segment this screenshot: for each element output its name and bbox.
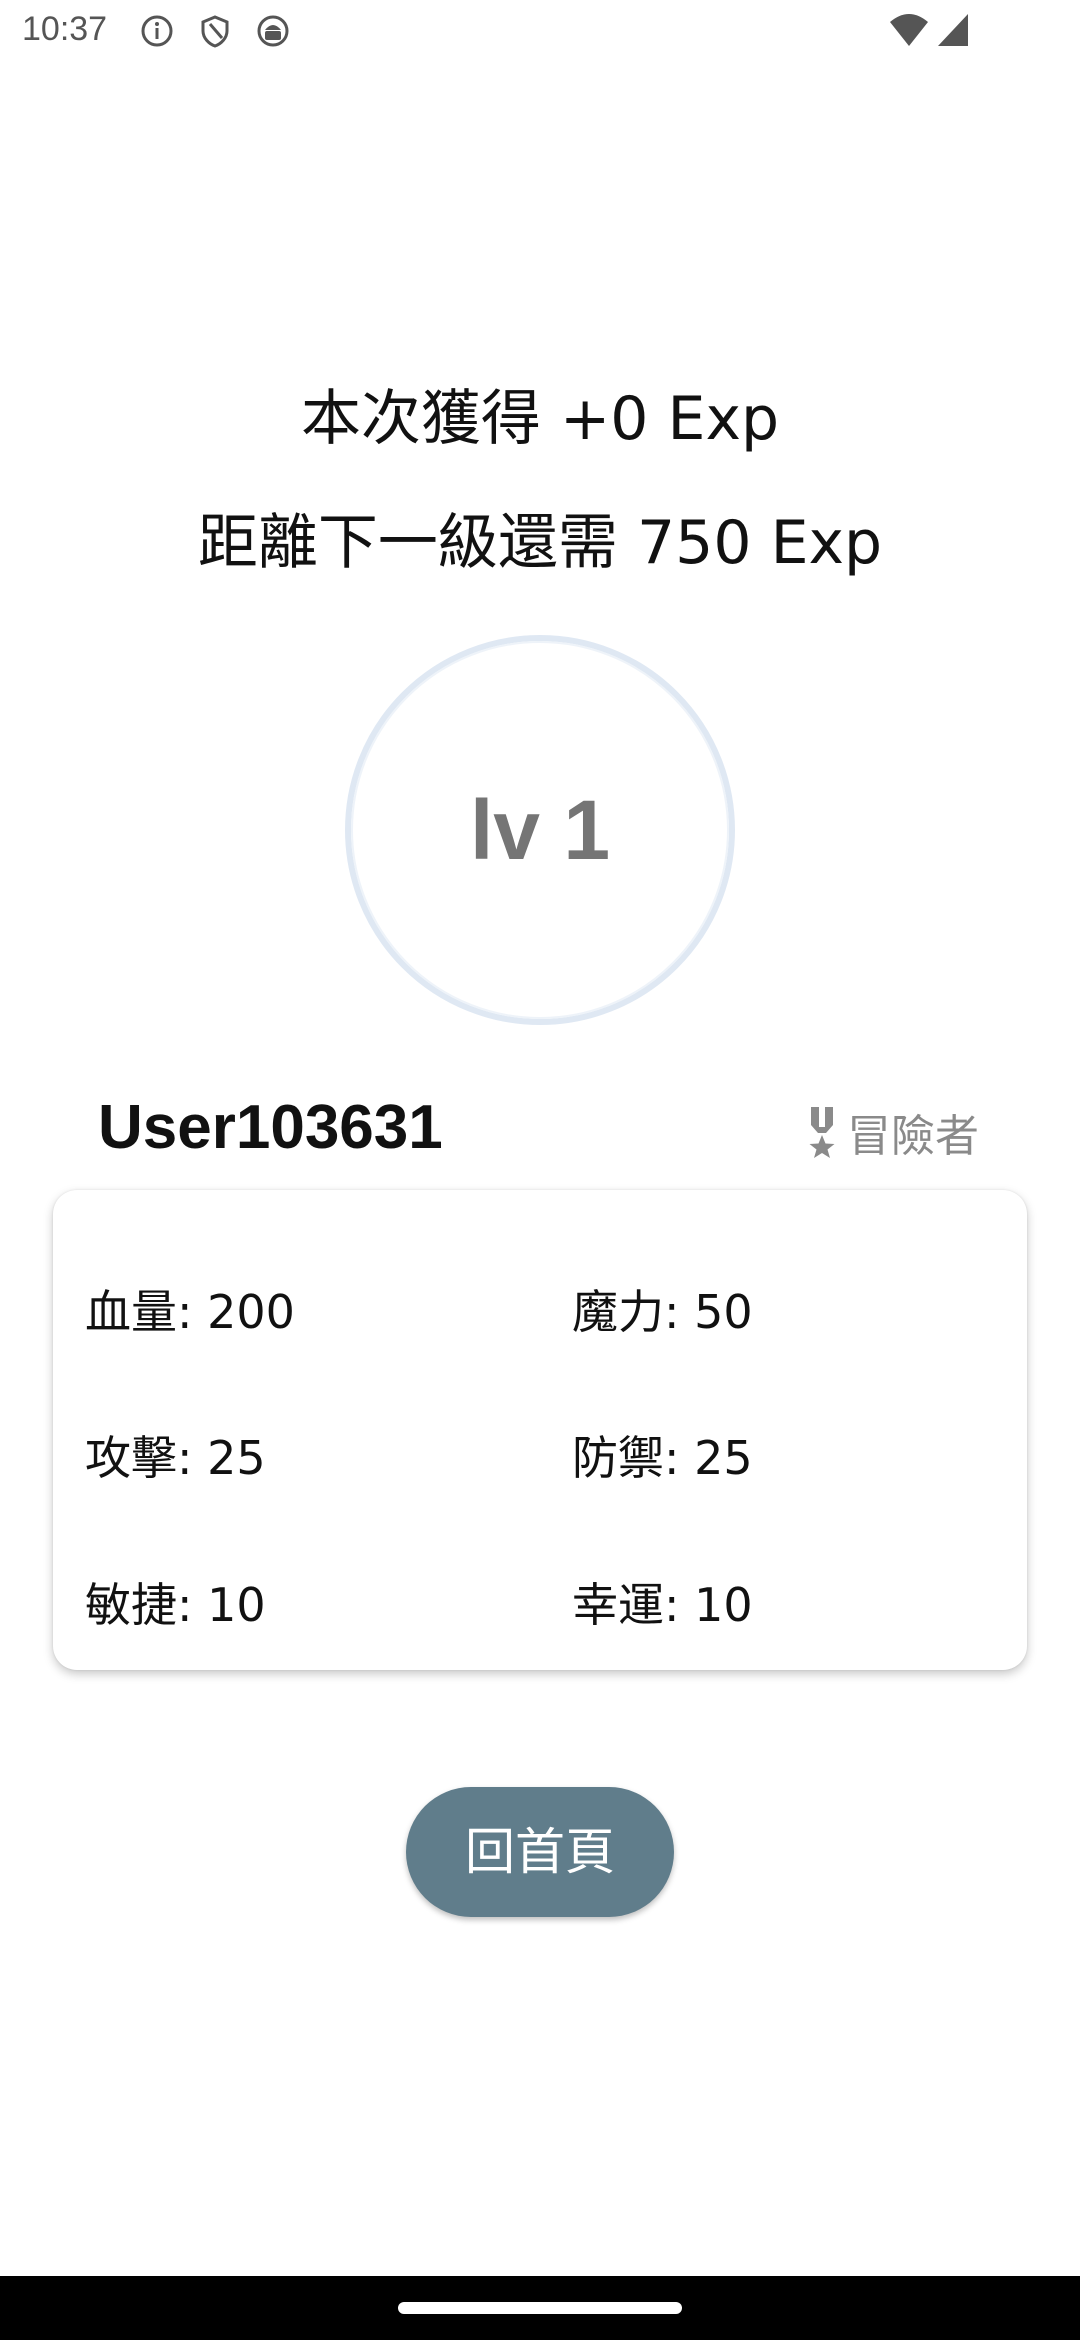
username: User103631 — [98, 1093, 443, 1162]
shield-icon — [201, 15, 229, 48]
home-gesture-handle[interactable] — [398, 2302, 682, 2314]
exp-gained-text: 本次獲得 +0 Exp — [300, 384, 780, 454]
stat-luck: 幸運: 10 — [572, 1578, 753, 1632]
stat-mp: 魔力: 50 — [572, 1285, 753, 1339]
level-label: lv 1 — [469, 783, 611, 877]
stat-defense: 防禦: 25 — [572, 1431, 753, 1485]
stats-card: 血量: 200 魔力: 50 攻擊: 25 防禦: 25 敏捷: 10 幸運: … — [53, 1190, 1027, 1670]
home-button[interactable]: 回首頁 — [406, 1787, 674, 1917]
user-title-label: 冒險者 — [847, 1111, 979, 1162]
navigation-bar — [0, 2276, 1080, 2340]
level-result-screen: 10:37 本次獲得 +0 Exp 距離下一級還需 750 Exp lv 1 U… — [0, 0, 1080, 2340]
stat-agility: 敏捷: 10 — [85, 1578, 266, 1632]
stat-hp: 血量: 200 — [85, 1285, 295, 1339]
signal-icon — [938, 14, 968, 46]
android-icon — [257, 15, 289, 47]
stat-attack: 攻擊: 25 — [85, 1431, 266, 1485]
medal-icon — [809, 1107, 835, 1158]
status-bar: 10:37 — [0, 0, 1080, 64]
user-title: 冒險者 — [805, 1104, 979, 1162]
info-icon — [141, 15, 173, 47]
wifi-icon — [890, 14, 928, 46]
exp-to-next-level-text: 距離下一級還需 750 Exp — [197, 508, 883, 578]
status-time: 10:37 — [22, 10, 108, 48]
